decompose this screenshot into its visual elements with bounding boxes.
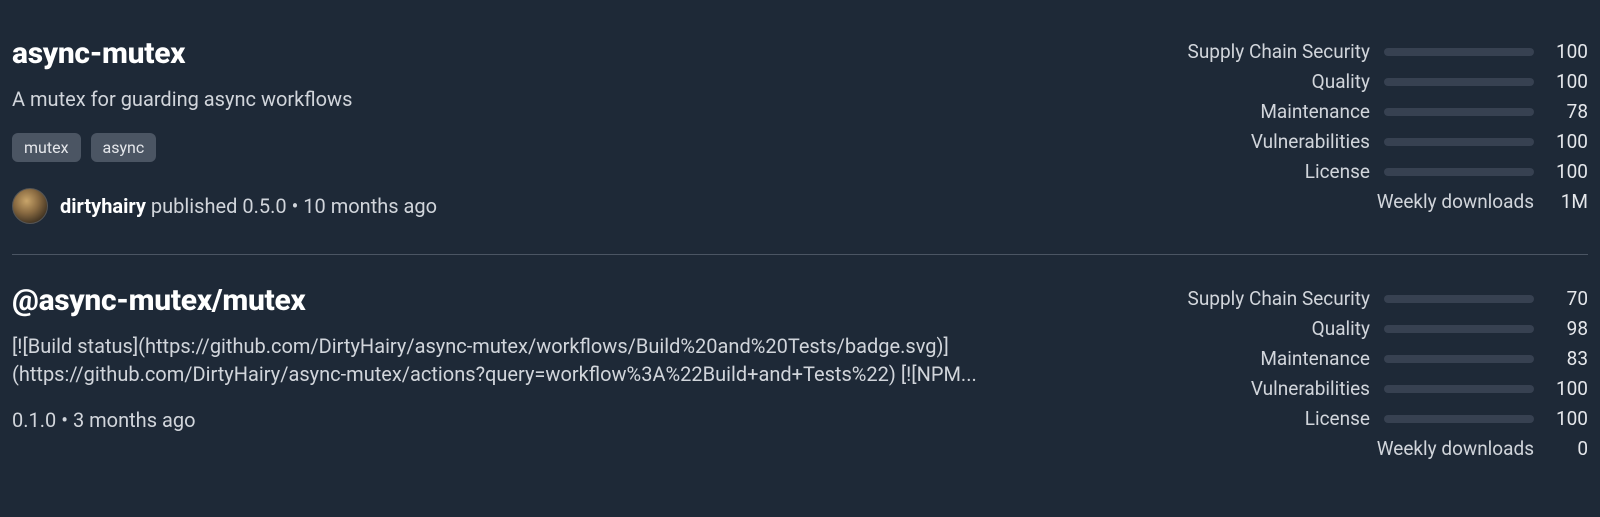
package-card: @async-mutex/mutex [![Build status](http… bbox=[12, 255, 1588, 497]
metric-bar bbox=[1384, 108, 1534, 116]
metric-label: Quality bbox=[1312, 70, 1370, 93]
metric-bar bbox=[1384, 168, 1534, 176]
metric-row-supply-chain: Supply Chain Security 100 bbox=[1148, 40, 1588, 63]
metric-bar bbox=[1384, 78, 1534, 86]
metric-row-quality: Quality 100 bbox=[1148, 70, 1588, 93]
metric-value: 78 bbox=[1548, 100, 1588, 123]
metric-bar bbox=[1384, 415, 1534, 423]
metric-value: 1M bbox=[1548, 190, 1588, 213]
metric-label: Supply Chain Security bbox=[1188, 40, 1370, 63]
published-ago: 10 months ago bbox=[303, 194, 437, 218]
metrics-panel: Supply Chain Security 70 Quality 98 Main… bbox=[1148, 283, 1588, 467]
metric-value: 98 bbox=[1548, 317, 1588, 340]
metric-label: Maintenance bbox=[1260, 100, 1370, 123]
package-title[interactable]: @async-mutex/mutex bbox=[12, 283, 1088, 318]
metrics-panel: Supply Chain Security 100 Quality 100 Ma… bbox=[1148, 36, 1588, 220]
metric-row-license: License 100 bbox=[1148, 160, 1588, 183]
package-card: async-mutex A mutex for guarding async w… bbox=[12, 8, 1588, 254]
metric-value: 70 bbox=[1548, 287, 1588, 310]
metric-value: 100 bbox=[1548, 160, 1588, 183]
metric-row-license: License 100 bbox=[1148, 407, 1588, 430]
metric-label: Quality bbox=[1312, 317, 1370, 340]
metric-label: Vulnerabilities bbox=[1251, 377, 1370, 400]
metric-label: Weekly downloads bbox=[1377, 437, 1534, 460]
metric-row-supply-chain: Supply Chain Security 70 bbox=[1148, 287, 1588, 310]
tag[interactable]: async bbox=[91, 133, 157, 162]
metric-value: 100 bbox=[1548, 40, 1588, 63]
publisher-text: dirtyhairy published 0.5.0 • 10 months a… bbox=[60, 194, 437, 218]
metric-value: 0 bbox=[1548, 437, 1588, 460]
metric-value: 100 bbox=[1548, 130, 1588, 153]
tag[interactable]: mutex bbox=[12, 133, 81, 162]
avatar[interactable] bbox=[12, 188, 48, 224]
publisher-line: dirtyhairy published 0.5.0 • 10 months a… bbox=[12, 188, 1088, 224]
metric-bar bbox=[1384, 295, 1534, 303]
metric-row-downloads: Weekly downloads 1M bbox=[1148, 190, 1588, 213]
metric-row-maintenance: Maintenance 83 bbox=[1148, 347, 1588, 370]
metric-row-vulnerabilities: Vulnerabilities 100 bbox=[1148, 377, 1588, 400]
metric-row-maintenance: Maintenance 78 bbox=[1148, 100, 1588, 123]
metric-label: Vulnerabilities bbox=[1251, 130, 1370, 153]
package-description: [![Build status](https://github.com/Dirt… bbox=[12, 332, 1082, 388]
package-description: A mutex for guarding async workflows bbox=[12, 85, 1082, 113]
metric-label: Weekly downloads bbox=[1377, 190, 1534, 213]
package-info: @async-mutex/mutex [![Build status](http… bbox=[12, 283, 1148, 432]
metric-bar bbox=[1384, 355, 1534, 363]
metric-value: 100 bbox=[1548, 377, 1588, 400]
metric-label: Supply Chain Security bbox=[1188, 287, 1370, 310]
published-version: 0.5.0 bbox=[242, 194, 286, 218]
package-meta: 0.1.0 • 3 months ago bbox=[12, 408, 1088, 432]
metric-bar bbox=[1384, 385, 1534, 393]
metric-value: 83 bbox=[1548, 347, 1588, 370]
metric-label: License bbox=[1305, 160, 1370, 183]
metric-bar bbox=[1384, 325, 1534, 333]
publisher-name[interactable]: dirtyhairy bbox=[60, 194, 146, 218]
metric-label: Maintenance bbox=[1260, 347, 1370, 370]
metric-bar bbox=[1384, 48, 1534, 56]
metric-row-downloads: Weekly downloads 0 bbox=[1148, 437, 1588, 460]
metric-value: 100 bbox=[1548, 70, 1588, 93]
package-info: async-mutex A mutex for guarding async w… bbox=[12, 36, 1148, 224]
metric-bar bbox=[1384, 138, 1534, 146]
metric-row-quality: Quality 98 bbox=[1148, 317, 1588, 340]
metric-label: License bbox=[1305, 407, 1370, 430]
published-prefix: published bbox=[146, 194, 242, 218]
metric-value: 100 bbox=[1548, 407, 1588, 430]
separator: • bbox=[287, 194, 304, 218]
tag-list: mutex async bbox=[12, 133, 1088, 162]
metric-row-vulnerabilities: Vulnerabilities 100 bbox=[1148, 130, 1588, 153]
package-title[interactable]: async-mutex bbox=[12, 36, 1088, 71]
